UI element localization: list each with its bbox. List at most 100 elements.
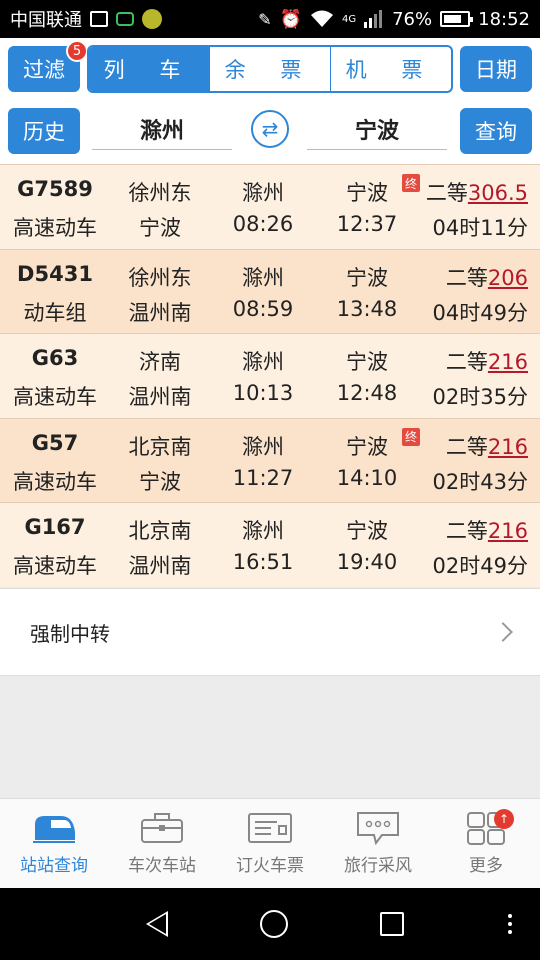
image-notification-icon — [90, 11, 108, 27]
tab-trains[interactable]: 列 车 — [89, 47, 209, 91]
forced-transfer-row[interactable]: 强制中转 — [0, 588, 540, 676]
price-link[interactable]: 216 — [488, 435, 528, 459]
travel-duration: 02时35分 — [432, 385, 528, 409]
departure-time: 16:51 — [232, 550, 294, 574]
seat-class: 二等 — [445, 265, 488, 290]
nav-label: 站站查询 — [20, 856, 88, 876]
train-list: G7589 高速动车 徐州东 宁波 滁州 08:26 宁波 12:37 04时11分 二等306.… — [0, 164, 540, 587]
query-button[interactable]: 查询 — [460, 108, 532, 154]
history-button[interactable]: 历史 — [8, 108, 80, 154]
train-number: G63 — [31, 346, 79, 370]
filter-label: 过滤 — [23, 58, 65, 82]
ticket-icon — [247, 811, 293, 845]
network-type-label: 4G — [341, 13, 357, 25]
terminal-station: 温州南 — [128, 300, 192, 325]
forced-transfer-label: 强制中转 — [30, 621, 110, 646]
seat-class: 二等 — [425, 181, 468, 205]
travel-duration: 04时49分 — [432, 300, 528, 325]
train-row[interactable]: G63 高速动车 济南 温州南 滁州 10:13 宁波 12:48 02时35分 二等216 — [0, 333, 540, 418]
wifi-icon — [310, 10, 333, 27]
home-icon[interactable] — [260, 910, 288, 938]
travel-duration: 04时11分 — [432, 216, 528, 240]
terminal-station: 温州南 — [128, 385, 192, 409]
date-button[interactable]: 日期 — [460, 46, 532, 92]
departure-time: 08:26 — [232, 212, 294, 236]
system-nav-bar — [0, 888, 540, 960]
carrier-label: 中国联通 — [10, 10, 82, 31]
origin-station: 北京南 — [128, 519, 192, 543]
origin-station: 徐州东 — [128, 181, 192, 205]
train-row[interactable]: G7589 高速动车 徐州东 宁波 滁州 08:26 宁波 12:37 04时11分 二等306.… — [0, 164, 540, 249]
nav-label: 更多 — [469, 856, 503, 876]
filter-count-badge: 5 — [66, 40, 88, 62]
tab-remaining-tickets[interactable]: 余 票 — [209, 47, 330, 91]
seat-price: 二等206 — [418, 262, 540, 292]
train-type: 高速动车 — [13, 216, 97, 240]
nav-label: 订火车票 — [236, 856, 304, 876]
train-front-icon — [31, 811, 77, 845]
train-row[interactable]: G57 高速动车 北京南 宁波 滁州 11:27 宁波 14:10 02时43分 二等216 终 — [0, 417, 540, 502]
price-link[interactable]: 216 — [488, 519, 528, 543]
price-link[interactable]: 216 — [488, 350, 528, 374]
update-badge: ↑ — [494, 809, 514, 829]
seat-class: 二等 — [445, 519, 488, 543]
travel-duration: 02时43分 — [432, 469, 528, 494]
arrival-time: 14:10 — [336, 465, 398, 490]
departure-station: 滁州 — [242, 434, 284, 459]
to-station-field[interactable]: 宁波 — [307, 108, 447, 150]
wechat-notification-icon — [116, 12, 134, 26]
filter-button[interactable]: 过滤 5 — [8, 40, 88, 92]
terminal-station: 宁波 — [139, 216, 181, 240]
status-bar: 中国联通 ✎ ⏰ 4G 76% 18:52 — [0, 0, 540, 38]
departure-time: 11:27 — [232, 465, 294, 490]
price-link[interactable]: 206 — [488, 266, 528, 290]
nav-travel-notes[interactable]: 旅行采风 — [324, 799, 432, 888]
back-icon[interactable] — [146, 911, 168, 937]
battery-percent: 76% — [392, 8, 433, 30]
nav-book-ticket[interactable]: 订火车票 — [216, 799, 324, 888]
train-type: 动车组 — [23, 300, 87, 325]
arrival-time: 12:48 — [336, 381, 398, 405]
seat-price: 二等216 — [418, 515, 540, 545]
battery-icon — [440, 11, 474, 27]
arrival-station: 宁波 — [346, 265, 388, 290]
train-number: G57 — [31, 430, 79, 455]
terminal-badge: 终 — [402, 427, 420, 446]
app-notification-icon — [142, 9, 162, 29]
departure-time: 08:59 — [232, 296, 294, 321]
seat-price: 二等306.5 — [418, 177, 540, 207]
terminal-station: 宁波 — [139, 469, 181, 494]
signal-icon — [364, 10, 383, 28]
departure-station: 滁州 — [242, 350, 284, 374]
mode-tabs: 列 车 余 票 机 票 — [87, 45, 453, 93]
departure-station: 滁州 — [242, 519, 284, 543]
train-number: D5431 — [17, 261, 93, 286]
arrival-time: 19:40 — [336, 550, 398, 574]
from-station-field[interactable]: 滁州 — [92, 108, 232, 150]
seat-class: 二等 — [445, 350, 488, 374]
chat-bubble-icon — [355, 811, 401, 845]
swap-stations-icon[interactable]: ⇄ — [251, 110, 289, 148]
price-link[interactable]: 306.5 — [468, 181, 528, 205]
bottom-nav: 站站查询 车次车站 订火车票 旅行采风 ↑ 更多 — [0, 798, 540, 888]
nav-train-station[interactable]: 车次车站 — [108, 799, 216, 888]
arrival-station: 宁波 — [346, 350, 388, 374]
more-options-icon[interactable] — [508, 914, 512, 934]
train-row[interactable]: D5431 动车组 徐州东 温州南 滁州 08:59 宁波 13:48 04时49分 二等206 — [0, 248, 540, 333]
seat-price: 二等216 — [418, 346, 540, 376]
nav-more[interactable]: ↑ 更多 — [432, 799, 540, 888]
origin-station: 徐州东 — [128, 265, 192, 290]
nav-station-query[interactable]: 站站查询 — [0, 799, 108, 888]
seat-price: 二等216 — [418, 431, 540, 461]
vibrate-icon: ✎ — [258, 9, 272, 29]
travel-duration: 02时49分 — [432, 554, 528, 578]
origin-station: 济南 — [139, 350, 181, 374]
arrival-station: 宁波 — [346, 519, 388, 543]
alarm-icon: ⏰ — [279, 8, 302, 30]
tab-flights[interactable]: 机 票 — [330, 47, 451, 91]
recent-apps-icon[interactable] — [380, 912, 404, 936]
train-row[interactable]: G167 高速动车 北京南 温州南 滁州 16:51 宁波 19:40 02时49分 二等216 — [0, 502, 540, 587]
departure-time: 10:13 — [232, 381, 294, 405]
train-type: 高速动车 — [13, 469, 97, 494]
terminal-station: 温州南 — [128, 554, 192, 578]
